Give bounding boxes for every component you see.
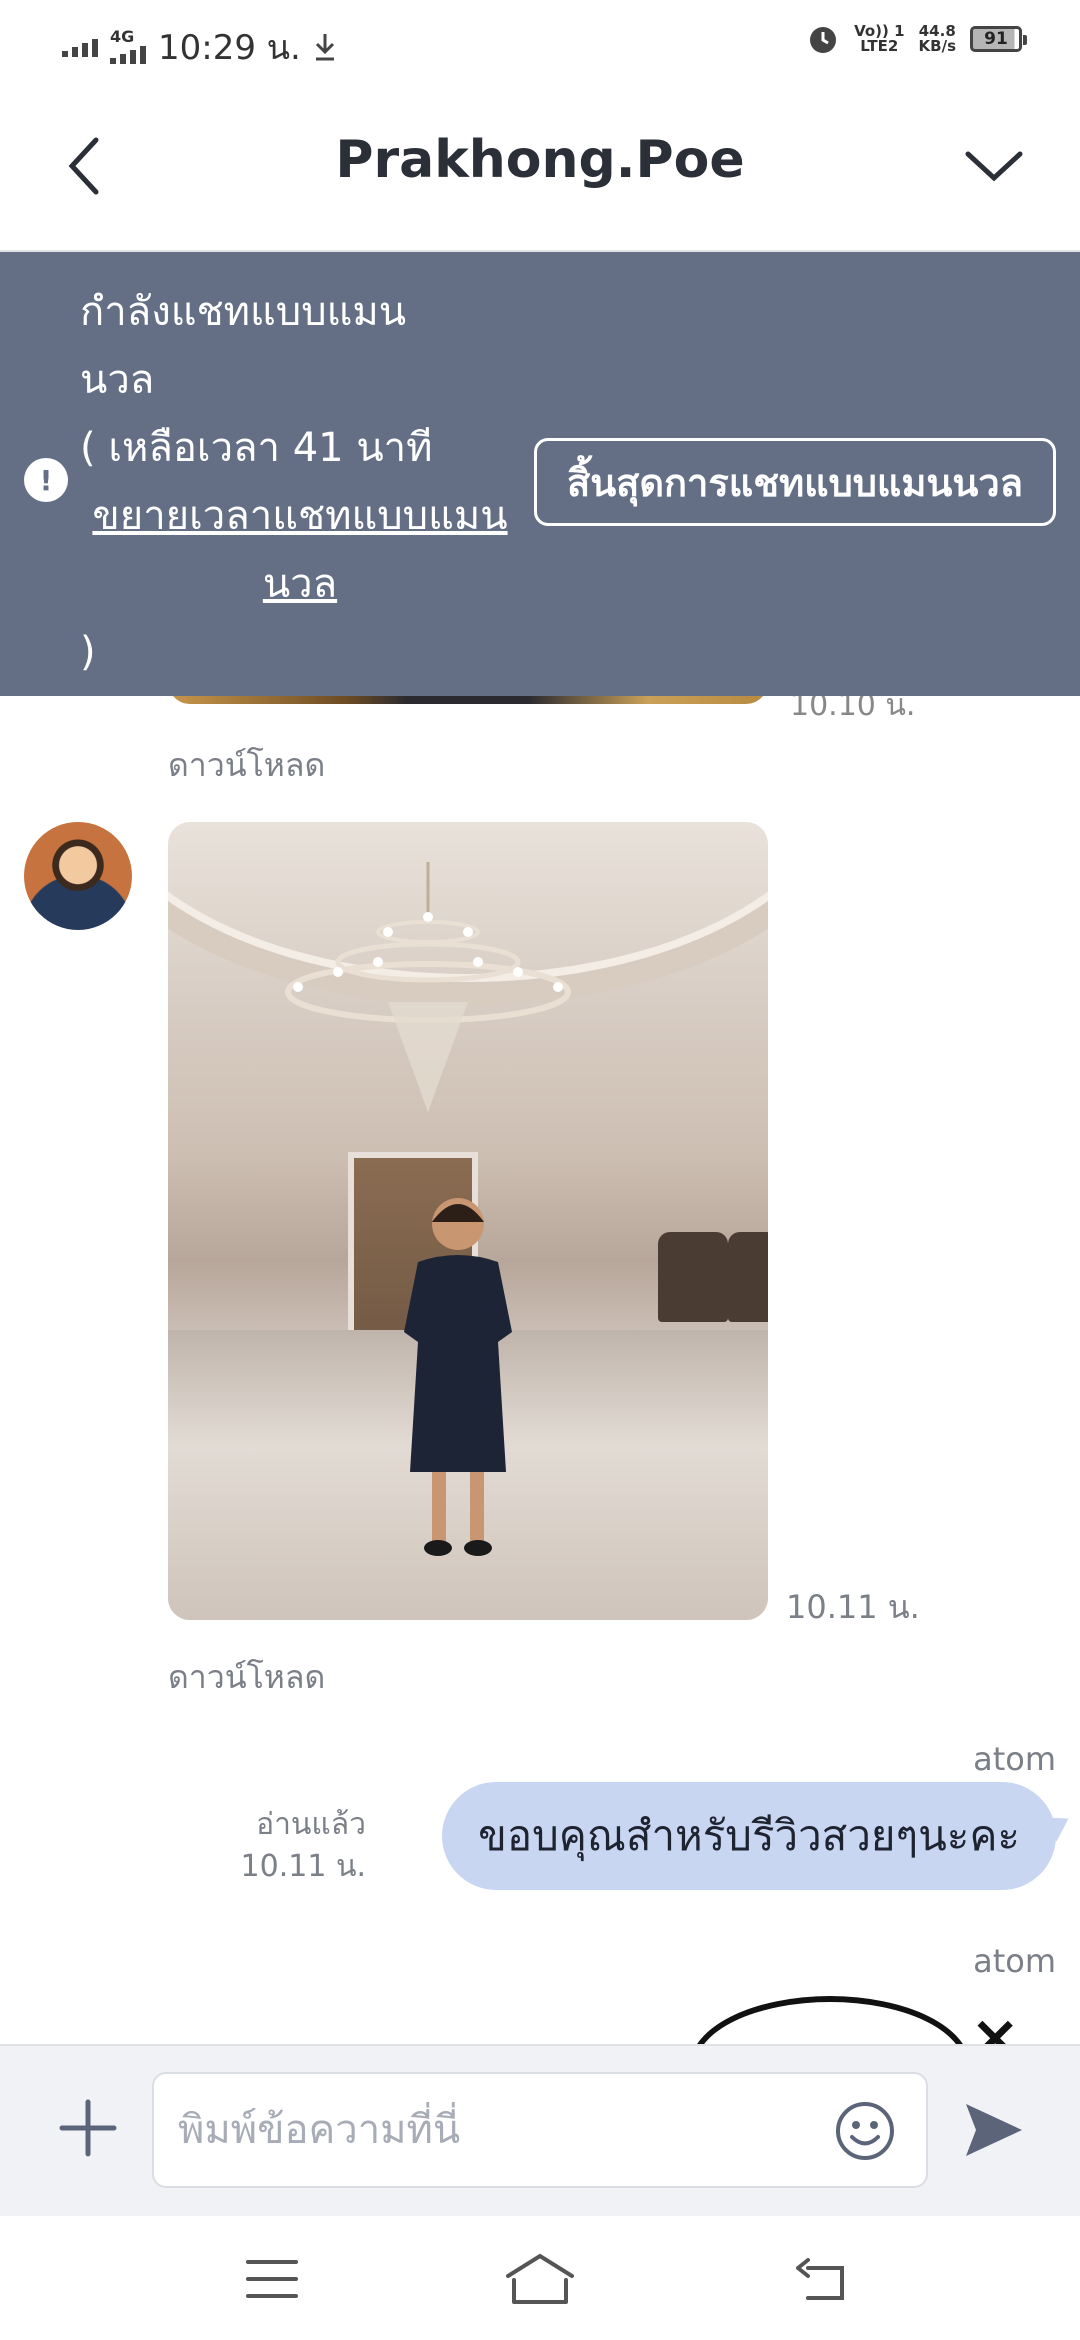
manual-chat-banner: ! กำลังแชทแบบแมน นวล ( เหลือเวลา 41 นาที… [0,252,1080,696]
send-icon[interactable] [962,2100,1024,2160]
photo-message[interactable] [168,822,768,1620]
network-speed: 44.8 KB/s [918,22,956,55]
person-image [404,1198,512,1556]
message-input[interactable] [178,2074,828,2186]
home-icon[interactable] [504,2250,576,2308]
alarm-icon [810,27,837,53]
plus-icon[interactable] [58,2098,118,2158]
volte-indicator: Vo)) 1 LTE2 [854,22,905,55]
message-field [152,2072,928,2188]
warning-icon: ! [24,458,68,502]
chandelier-image [285,862,571,1112]
read-receipt: อ่านแล้ว 10.11 น. [240,1807,366,1884]
message-time: 10.11 น. [786,1588,920,1626]
message-input-bar [0,2044,1080,2216]
avatar[interactable] [24,822,132,930]
signal-icon [62,37,98,57]
end-manual-chat-button[interactable]: สิ้นสุดการแชทแบบแมนนวล [534,438,1056,526]
download-icon [315,34,334,61]
sender-name: atom [973,1740,1056,1778]
status-bar: 4G 10:29 น. Vo)) 1 LTE2 44.8 KB/s 91 [0,0,1080,86]
system-nav-bar [0,2216,1080,2340]
extend-time-link-cont[interactable]: นวล [80,550,520,618]
status-left: 4G 10:29 น. [62,20,337,74]
back-nav-icon[interactable] [794,2256,852,2304]
extend-time-link[interactable]: ขยายเวลาแชทแบบแมน [80,482,520,550]
chat-header: Prakhong.Poe [0,86,1080,252]
chevron-down-icon[interactable] [962,144,1026,188]
menu-icon[interactable] [244,2256,300,2302]
banner-text: กำลังแชทแบบแมน นวล ( เหลือเวลา 41 นาที ข… [80,278,520,686]
chat-title: Prakhong.Poe [335,130,745,190]
emoji-icon[interactable] [834,2100,896,2162]
battery-indicator: 91 [970,26,1027,52]
sender-name: atom [973,1942,1056,1980]
download-link[interactable]: ดาวน์โหลด [168,740,325,791]
status-time: 10:29 น. [158,28,301,68]
download-link[interactable]: ดาวน์โหลด [168,1652,325,1703]
signal-4g-icon: 4G [110,29,146,64]
sticker-x-mark: × [970,2002,1021,2044]
status-right: Vo)) 1 LTE2 44.8 KB/s 91 [806,22,1027,56]
sticker-message[interactable] [690,1996,970,2044]
message-bubble[interactable]: ขอบคุณสำหรับรีวิวสวยๆนะคะ [442,1782,1056,1890]
